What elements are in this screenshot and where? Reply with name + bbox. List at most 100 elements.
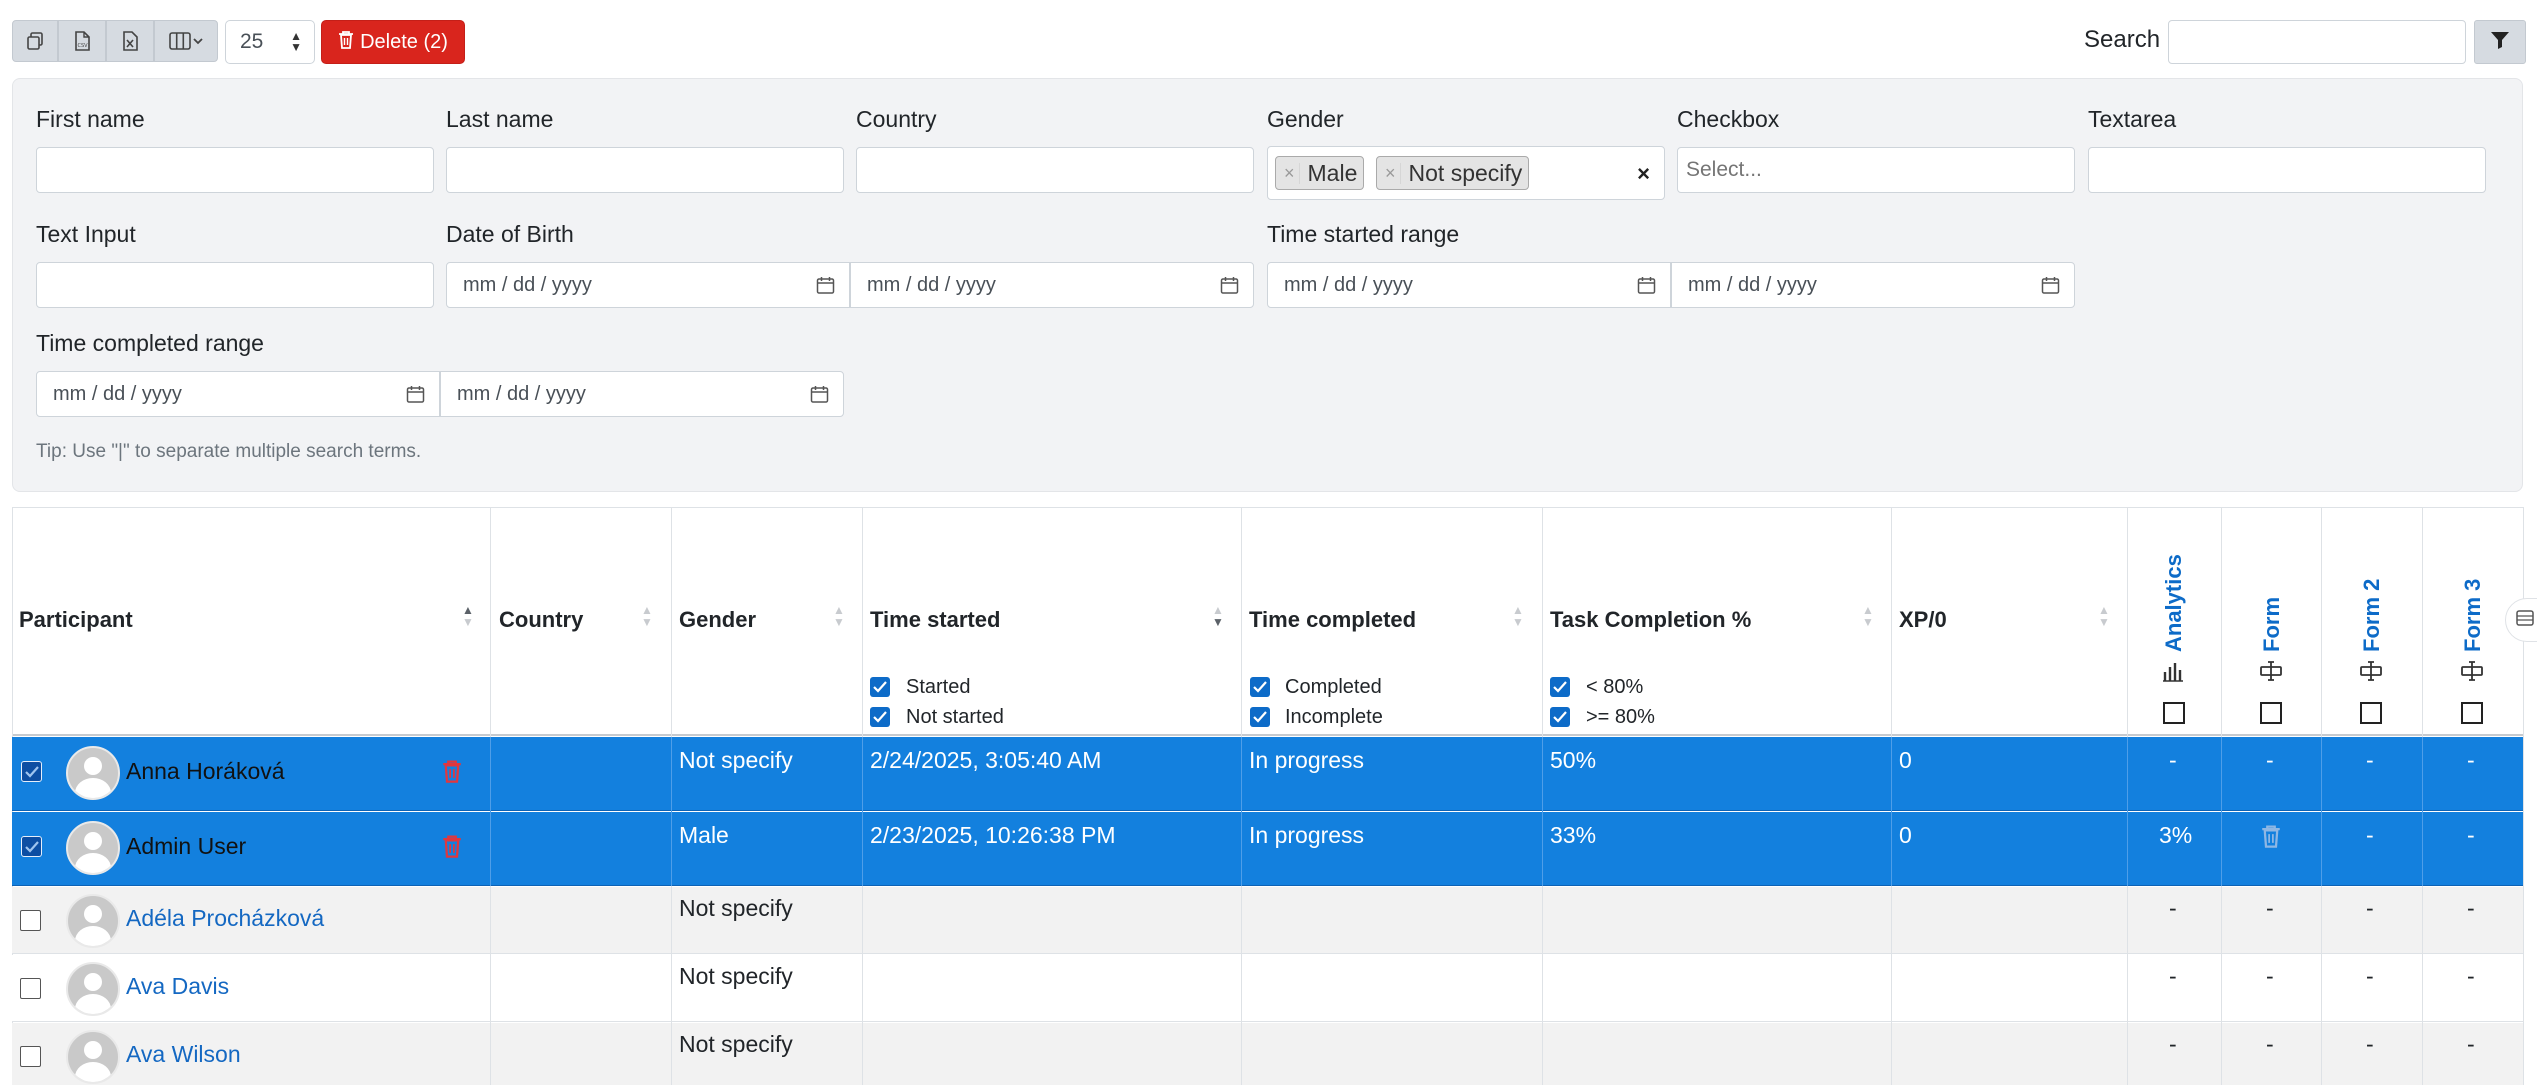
dob-to-input[interactable]: mm / dd / yyyy: [850, 262, 1254, 308]
completed-checkbox[interactable]: [1250, 677, 1270, 697]
excel-icon: [121, 31, 139, 51]
clear-all-icon[interactable]: ×: [1637, 161, 1650, 187]
calendar-icon[interactable]: [406, 385, 425, 410]
calendar-icon[interactable]: [1637, 276, 1656, 301]
analytics-select-checkbox[interactable]: [2163, 702, 2185, 724]
columns-button[interactable]: [154, 20, 218, 62]
first-name-input[interactable]: [36, 147, 434, 193]
funnel-icon: [2490, 30, 2510, 55]
checkbox-select[interactable]: [1677, 147, 2075, 193]
spinner-icon: ▲ ▼: [290, 29, 302, 54]
form3-cell: -: [2467, 895, 2475, 921]
trash-icon[interactable]: [442, 759, 462, 788]
country-input[interactable]: [856, 147, 1254, 193]
gte80-checkbox[interactable]: [1550, 707, 1570, 727]
header-time-started[interactable]: Time started: [870, 607, 1000, 633]
per-page-select[interactable]: 25 ▲ ▼: [225, 20, 315, 64]
trash-icon: [338, 30, 354, 55]
not-started-label: Not started: [906, 706, 1004, 728]
form3-cell: -: [2467, 747, 2475, 773]
gender-chip-male[interactable]: × Male: [1275, 156, 1365, 190]
gender-multiselect[interactable]: × Male × Not specify ×: [1267, 146, 1665, 200]
incomplete-label: Incomplete: [1285, 706, 1383, 728]
time-completed-range-label: Time completed range: [36, 330, 264, 356]
row-checkbox[interactable]: [20, 910, 41, 931]
dob-from-input[interactable]: mm / dd / yyyy: [446, 262, 850, 308]
time-started-from-input[interactable]: mm / dd / yyyy: [1267, 262, 1671, 308]
header-form[interactable]: Form: [2259, 595, 2285, 652]
calendar-icon[interactable]: [2041, 276, 2060, 301]
time-started-to-input[interactable]: mm / dd / yyyy: [1671, 262, 2075, 308]
form2-select-checkbox[interactable]: [2360, 702, 2382, 724]
filter-toggle-button[interactable]: [2474, 20, 2526, 64]
table-row[interactable]: Anna Horáková Not specify 2/24/2025, 3:0…: [12, 737, 2523, 811]
last-name-label: Last name: [446, 106, 554, 132]
form-icon: [2460, 660, 2484, 687]
textarea-input[interactable]: [2088, 147, 2486, 193]
lt80-checkbox[interactable]: [1550, 677, 1570, 697]
header-xp[interactable]: XP/0: [1899, 607, 1947, 633]
not-started-checkbox[interactable]: [870, 707, 890, 727]
sort-icon[interactable]: ▲ ▼: [833, 604, 845, 628]
remove-chip-icon[interactable]: ×: [1280, 162, 1300, 184]
table-row[interactable]: Ava Davis Not specify - - - -: [12, 955, 2523, 1022]
table-row[interactable]: Ava Wilson Not specify - - - -: [12, 1023, 2523, 1085]
sort-desc-icon[interactable]: ▲ ▼: [1212, 604, 1224, 628]
row-checkbox[interactable]: [20, 978, 41, 999]
time-completed-from-input[interactable]: mm / dd / yyyy: [36, 371, 440, 417]
row-checkbox[interactable]: [20, 1046, 41, 1067]
header-time-completed[interactable]: Time completed: [1249, 607, 1416, 633]
calendar-icon[interactable]: [1220, 276, 1239, 301]
participant-name[interactable]: Ava Davis: [126, 973, 229, 1000]
sort-icon[interactable]: ▲ ▼: [2098, 604, 2110, 628]
columns-icon: [169, 31, 203, 51]
sort-icon[interactable]: ▲ ▼: [1862, 604, 1874, 628]
last-name-input[interactable]: [446, 147, 844, 193]
svg-text:CSV: CSV: [78, 43, 89, 49]
header-task-completion[interactable]: Task Completion %: [1550, 607, 1751, 633]
search-input[interactable]: [2168, 20, 2466, 64]
avatar: [66, 746, 120, 800]
copy-button[interactable]: [12, 20, 58, 62]
gender-chip-not-specify[interactable]: × Not specify: [1376, 156, 1530, 190]
participant-name[interactable]: Adéla Procházková: [126, 905, 324, 932]
incomplete-checkbox[interactable]: [1250, 707, 1270, 727]
started-checkbox[interactable]: [870, 677, 890, 697]
sort-icon[interactable]: ▲ ▼: [1512, 604, 1524, 628]
header-analytics[interactable]: Analytics: [2161, 550, 2187, 652]
xp-cell: 0: [1899, 747, 1912, 773]
time-completed-to-input[interactable]: mm / dd / yyyy: [440, 371, 844, 417]
participant-name[interactable]: Anna Horáková: [126, 758, 285, 785]
form-select-checkbox[interactable]: [2260, 702, 2282, 724]
row-checkbox[interactable]: [21, 761, 42, 782]
header-form3[interactable]: Form 3: [2460, 576, 2486, 652]
form2-cell: -: [2366, 822, 2374, 848]
row-checkbox[interactable]: [21, 836, 42, 857]
table-row[interactable]: Adéla Procházková Not specify - - - -: [12, 887, 2523, 954]
calendar-icon[interactable]: [816, 276, 835, 301]
trash-icon[interactable]: [2261, 824, 2281, 853]
date-of-birth-label: Date of Birth: [446, 221, 574, 247]
form-cell: -: [2266, 747, 2274, 773]
form-icon: [2359, 660, 2383, 687]
header-country[interactable]: Country: [499, 607, 583, 633]
analytics-cell: -: [2169, 747, 2177, 773]
excel-button[interactable]: [106, 20, 154, 62]
trash-icon[interactable]: [442, 834, 462, 863]
participant-name[interactable]: Admin User: [126, 833, 246, 860]
table-row[interactable]: Admin User Male 2/23/2025, 10:26:38 PM I…: [12, 812, 2523, 886]
remove-chip-icon[interactable]: ×: [1381, 162, 1401, 184]
calendar-icon[interactable]: [810, 385, 829, 410]
task-completion-cell: 33%: [1550, 822, 1597, 848]
xp-cell: 0: [1899, 822, 1912, 848]
form3-select-checkbox[interactable]: [2461, 702, 2483, 724]
text-input-field[interactable]: [36, 262, 434, 308]
sort-asc-icon[interactable]: ▲ ▼: [462, 604, 474, 628]
header-form2[interactable]: Form 2: [2359, 576, 2385, 652]
header-participant[interactable]: Participant: [19, 607, 133, 633]
header-gender[interactable]: Gender: [679, 607, 756, 633]
csv-button[interactable]: CSV: [58, 20, 106, 62]
participant-name[interactable]: Ava Wilson: [126, 1041, 241, 1068]
delete-button[interactable]: Delete (2): [321, 20, 465, 64]
sort-icon[interactable]: ▲ ▼: [641, 604, 653, 628]
